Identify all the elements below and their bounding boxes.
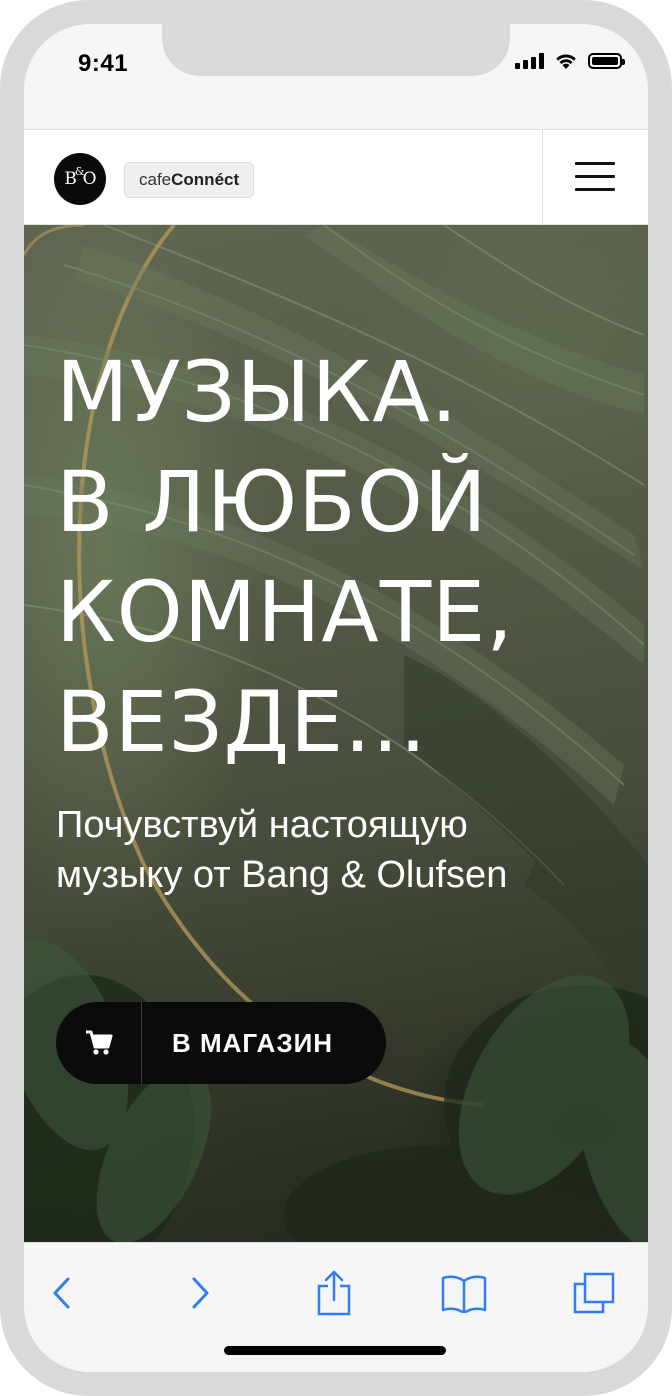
hero-subtitle: Почувствуй настоящую музыку от Bang & Ol… bbox=[56, 800, 626, 900]
home-indicator[interactable] bbox=[224, 1346, 446, 1355]
status-time: 9:41 bbox=[78, 50, 129, 77]
brand-name-light: cafe bbox=[139, 170, 172, 189]
forward-icon bbox=[192, 1277, 209, 1309]
share-button[interactable] bbox=[304, 1263, 364, 1323]
menu-button[interactable] bbox=[542, 130, 648, 224]
device-notch bbox=[162, 24, 510, 76]
hero-title-line: КОМНАТЕ, bbox=[56, 563, 514, 661]
phone-screen: 9:41 B & O cafeConnéct МУЗЫКА. В ЛЮБОЙ К… bbox=[24, 24, 648, 1372]
tabs-icon bbox=[573, 1272, 615, 1314]
hero-title-line: МУЗЫКА. bbox=[56, 343, 459, 441]
back-button[interactable] bbox=[32, 1263, 92, 1323]
site-header: B & O cafeConnéct bbox=[24, 129, 648, 225]
bookmarks-button[interactable] bbox=[434, 1263, 494, 1323]
shop-button-label: В МАГАЗИН bbox=[172, 1027, 334, 1058]
bookmarks-icon bbox=[441, 1275, 487, 1313]
hero-subtitle-line: Почувствуй настоящую bbox=[56, 804, 468, 846]
hamburger-menu-icon bbox=[575, 162, 615, 192]
status-icons bbox=[515, 52, 625, 70]
shop-button[interactable]: В МАГАЗИН bbox=[56, 1002, 386, 1084]
wifi-icon bbox=[556, 54, 576, 69]
hero-title: МУЗЫКА. В ЛЮБОЙ КОМНАТЕ, ВЕЗДЕ... bbox=[56, 337, 636, 777]
share-icon bbox=[317, 1270, 351, 1316]
back-icon bbox=[53, 1277, 70, 1309]
hero-banner: МУЗЫКА. В ЛЮБОЙ КОМНАТЕ, ВЕЗДЕ... Почувс… bbox=[24, 225, 648, 1242]
cellular-signal-icon bbox=[515, 53, 544, 69]
phone-frame: 9:41 B & O cafeConnéct МУЗЫКА. В ЛЮБОЙ К… bbox=[0, 0, 672, 1396]
hero-title-line: ВЕЗДЕ... bbox=[56, 673, 428, 771]
hero-subtitle-line: музыку от Bang & Olufsen bbox=[56, 854, 508, 896]
cart-icon bbox=[56, 1002, 142, 1084]
forward-button[interactable] bbox=[170, 1263, 230, 1323]
brand-name-bold: Connéct bbox=[171, 170, 240, 189]
battery-icon bbox=[588, 53, 625, 69]
hero-title-line: В ЛЮБОЙ bbox=[56, 453, 488, 551]
bang-olufsen-logo[interactable]: B & O bbox=[54, 153, 106, 205]
safari-toolbar bbox=[24, 1242, 648, 1372]
tabs-button[interactable] bbox=[564, 1263, 624, 1323]
cafeconnect-badge[interactable]: cafeConnéct bbox=[124, 162, 255, 198]
